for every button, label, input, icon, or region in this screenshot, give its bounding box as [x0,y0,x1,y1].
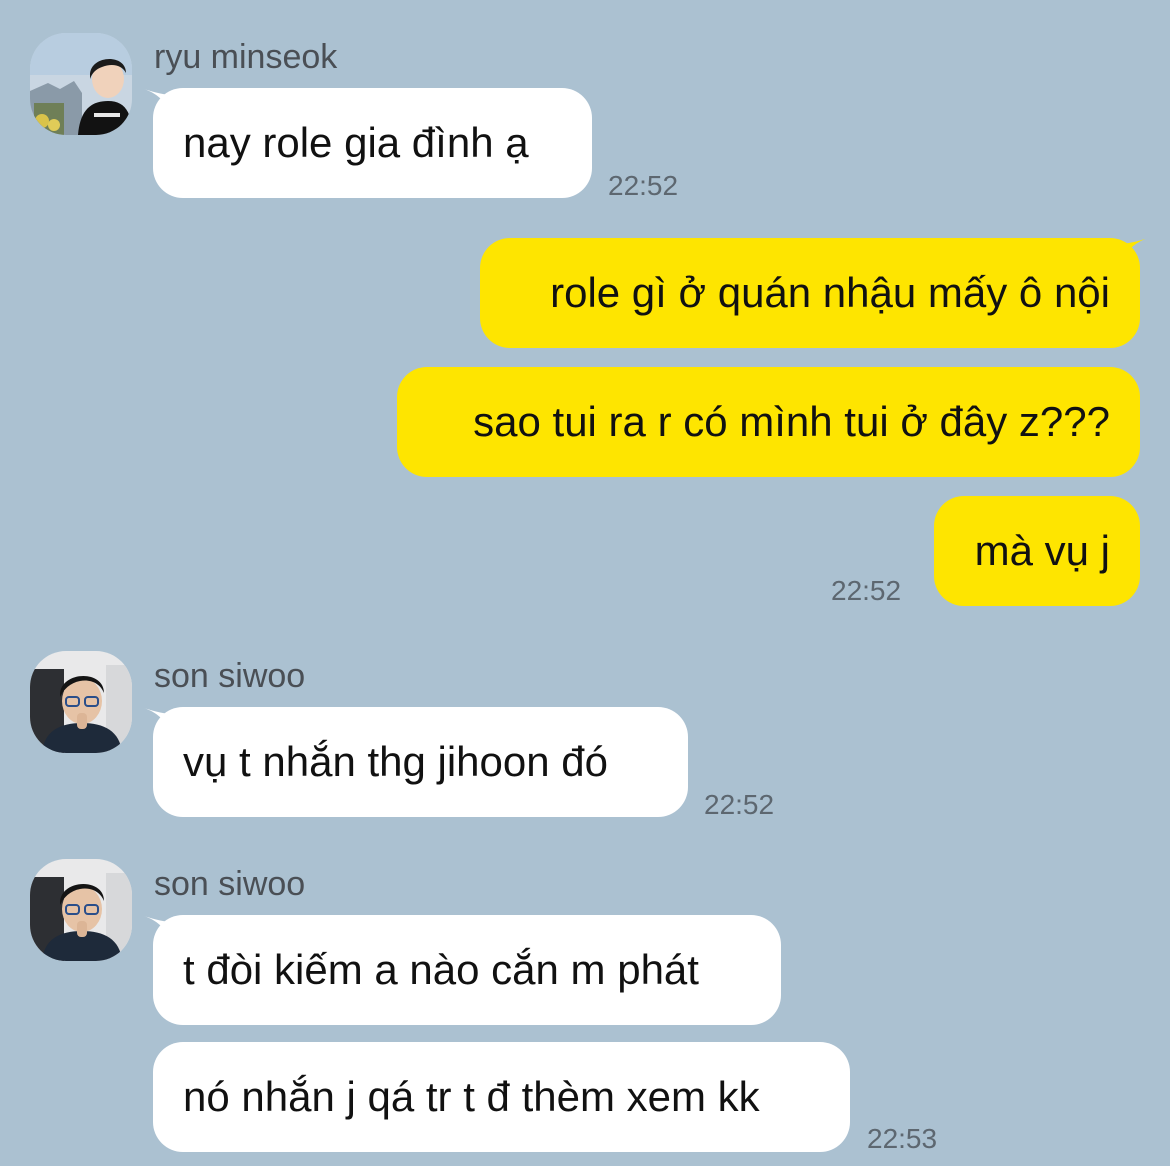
sender-name: ryu minseok [154,38,338,76]
message-bubble-outgoing[interactable]: mà vụ j [934,496,1140,606]
message-text: role gì ở quán nhậu mấy ô nội [550,269,1110,316]
avatar-ryu-minseok[interactable] [30,33,132,135]
profile-photo-icon [30,651,132,753]
sender-name: son siwoo [154,657,306,695]
message-bubble[interactable]: nó nhắn j qá tr t đ thèm xem kk [153,1042,850,1152]
message-bubble[interactable]: nay role gia đình ạ [153,88,592,198]
avatar-son-siwoo[interactable] [30,859,132,961]
message-timestamp: 22:52 [831,575,902,606]
message-timestamp: 22:52 [608,170,679,201]
message-bubble[interactable]: t đòi kiếm a nào cắn m phát [153,915,781,1025]
message-text: mà vụ j [974,527,1110,574]
profile-photo-icon [30,33,132,135]
profile-photo-icon [30,859,132,961]
message-timestamp: 22:53 [867,1123,938,1154]
message-bubble-outgoing[interactable]: role gì ở quán nhậu mấy ô nội [480,238,1140,348]
message-text: t đòi kiếm a nào cắn m phát [183,946,699,993]
message-bubble-outgoing[interactable]: sao tui ra r có mình tui ở đây z??? [397,367,1140,477]
avatar-son-siwoo[interactable] [30,651,132,753]
message-text: nay role gia đình ạ [183,119,529,166]
message-text: nó nhắn j qá tr t đ thèm xem kk [183,1073,760,1120]
message-timestamp: 22:52 [704,789,775,820]
message-bubble[interactable]: vụ t nhắn thg jihoon đó [153,707,688,817]
message-text: sao tui ra r có mình tui ở đây z??? [473,398,1110,445]
message-text: vụ t nhắn thg jihoon đó [183,738,609,785]
sender-name: son siwoo [154,865,306,903]
